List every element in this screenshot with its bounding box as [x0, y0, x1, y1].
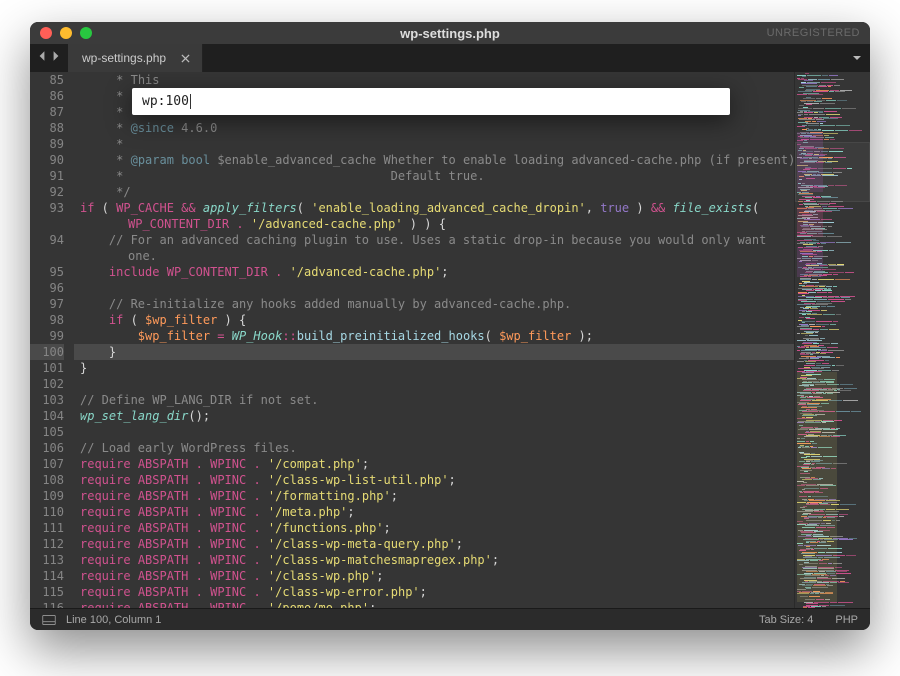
- line-number[interactable]: 116: [30, 600, 64, 608]
- code-line[interactable]: require ABSPATH . WPINC . '/class-wp-err…: [74, 584, 794, 600]
- code-line[interactable]: require ABSPATH . WPINC . '/class-wp.php…: [74, 568, 794, 584]
- line-number[interactable]: 93: [30, 200, 64, 216]
- code-line[interactable]: [74, 280, 794, 296]
- file-tab-label: wp-settings.php: [82, 51, 166, 65]
- line-number[interactable]: 89: [30, 136, 64, 152]
- minimap-region: [797, 132, 823, 192]
- code-area[interactable]: * This * run- * * @since 4.6.0 * * @para…: [74, 72, 794, 608]
- code-line[interactable]: require ABSPATH . WPINC . '/class-wp-mat…: [74, 552, 794, 568]
- code-line[interactable]: }: [74, 344, 794, 360]
- line-number[interactable]: 109: [30, 488, 64, 504]
- nav-back-button[interactable]: [36, 49, 48, 67]
- window-title: wp-settings.php: [30, 26, 870, 41]
- code-line[interactable]: require ABSPATH . WPINC . '/compat.php';: [74, 456, 794, 472]
- line-number[interactable]: 102: [30, 376, 64, 392]
- code-line[interactable]: wp_set_lang_dir();: [74, 408, 794, 424]
- code-line[interactable]: WP_CONTENT_DIR . '/advanced-cache.php' )…: [74, 216, 794, 232]
- traffic-lights: [40, 27, 92, 39]
- code-line[interactable]: require ABSPATH . WPINC . '/formatting.p…: [74, 488, 794, 504]
- code-line[interactable]: * Default true.: [74, 168, 794, 184]
- line-number[interactable]: 106: [30, 440, 64, 456]
- code-line[interactable]: include WP_CONTENT_DIR . '/advanced-cach…: [74, 264, 794, 280]
- tab-overflow-button[interactable]: [844, 44, 870, 72]
- line-number[interactable]: 107: [30, 456, 64, 472]
- goto-anything-input[interactable]: wp:100: [132, 88, 730, 115]
- line-number[interactable]: 92: [30, 184, 64, 200]
- line-number[interactable]: 96: [30, 280, 64, 296]
- goto-value: wp:100: [142, 94, 189, 110]
- editor-window: wp-settings.php UNREGISTERED wp-settings…: [30, 22, 870, 630]
- tab-bar: wp-settings.php: [30, 44, 870, 72]
- line-number[interactable]: 100: [30, 344, 64, 360]
- nav-forward-button[interactable]: [50, 49, 62, 67]
- code-line[interactable]: one.: [74, 248, 794, 264]
- line-number[interactable]: [30, 216, 64, 232]
- code-line[interactable]: }: [74, 360, 794, 376]
- code-line[interactable]: // Re-initialize any hooks added manuall…: [74, 296, 794, 312]
- code-line[interactable]: require ABSPATH . WPINC . '/pomo/mo.php'…: [74, 600, 794, 608]
- line-number[interactable]: 103: [30, 392, 64, 408]
- unregistered-label: UNREGISTERED: [767, 27, 860, 39]
- line-number[interactable]: 95: [30, 264, 64, 280]
- line-number[interactable]: 113: [30, 552, 64, 568]
- line-number-gutter[interactable]: 8586878889909192939495969798991001011021…: [30, 72, 74, 608]
- code-line[interactable]: require ABSPATH . WPINC . '/functions.ph…: [74, 520, 794, 536]
- nav-arrows: [30, 44, 68, 72]
- line-number[interactable]: 114: [30, 568, 64, 584]
- line-number[interactable]: 87: [30, 104, 64, 120]
- line-number[interactable]: 111: [30, 520, 64, 536]
- title-bar: wp-settings.php UNREGISTERED: [30, 22, 870, 44]
- text-caret: [190, 94, 191, 109]
- line-number[interactable]: 99: [30, 328, 64, 344]
- code-line[interactable]: require ABSPATH . WPINC . '/class-wp-lis…: [74, 472, 794, 488]
- file-tab[interactable]: wp-settings.php: [68, 44, 203, 72]
- minimize-window-button[interactable]: [60, 27, 72, 39]
- code-line[interactable]: // Load early WordPress files.: [74, 440, 794, 456]
- line-number[interactable]: 105: [30, 424, 64, 440]
- line-number[interactable]: 85: [30, 72, 64, 88]
- line-number[interactable]: 86: [30, 88, 64, 104]
- line-number[interactable]: 97: [30, 296, 64, 312]
- line-number[interactable]: 101: [30, 360, 64, 376]
- status-bar: Line 100, Column 1 Tab Size: 4 PHP: [30, 608, 870, 630]
- code-line[interactable]: * @param bool $enable_advanced_cache Whe…: [74, 152, 794, 168]
- close-window-button[interactable]: [40, 27, 52, 39]
- cursor-position[interactable]: Line 100, Column 1: [66, 614, 161, 626]
- code-line[interactable]: // Define WP_LANG_DIR if not set.: [74, 392, 794, 408]
- line-number[interactable]: 104: [30, 408, 64, 424]
- panel-switcher-icon[interactable]: [42, 615, 56, 625]
- code-line[interactable]: require ABSPATH . WPINC . '/meta.php';: [74, 504, 794, 520]
- line-number[interactable]: 91: [30, 168, 64, 184]
- code-line[interactable]: if ( WP_CACHE && apply_filters( 'enable_…: [74, 200, 794, 216]
- line-number[interactable]: 94: [30, 232, 64, 248]
- close-tab-button[interactable]: [178, 51, 192, 65]
- code-line[interactable]: [74, 424, 794, 440]
- line-number[interactable]: 115: [30, 584, 64, 600]
- code-line[interactable]: $wp_filter = WP_Hook::build_preinitializ…: [74, 328, 794, 344]
- code-line[interactable]: [74, 376, 794, 392]
- minimap[interactable]: [794, 72, 870, 608]
- line-number[interactable]: 98: [30, 312, 64, 328]
- code-line[interactable]: if ( $wp_filter ) {: [74, 312, 794, 328]
- code-line[interactable]: * @since 4.6.0: [74, 120, 794, 136]
- code-line[interactable]: require ABSPATH . WPINC . '/class-wp-met…: [74, 536, 794, 552]
- editor-area: 8586878889909192939495969798991001011021…: [30, 72, 870, 608]
- line-number[interactable]: [30, 248, 64, 264]
- line-number[interactable]: 112: [30, 536, 64, 552]
- code-line[interactable]: *: [74, 136, 794, 152]
- line-number[interactable]: 108: [30, 472, 64, 488]
- code-line[interactable]: // For an advanced caching plugin to use…: [74, 232, 794, 248]
- minimap-region: [797, 207, 823, 237]
- maximize-window-button[interactable]: [80, 27, 92, 39]
- code-line[interactable]: * This: [74, 72, 794, 88]
- line-number[interactable]: 90: [30, 152, 64, 168]
- syntax-selector[interactable]: PHP: [835, 614, 858, 626]
- tab-size[interactable]: Tab Size: 4: [759, 614, 813, 626]
- line-number[interactable]: 110: [30, 504, 64, 520]
- code-line[interactable]: */: [74, 184, 794, 200]
- minimap-region: [797, 247, 823, 277]
- line-number[interactable]: 88: [30, 120, 64, 136]
